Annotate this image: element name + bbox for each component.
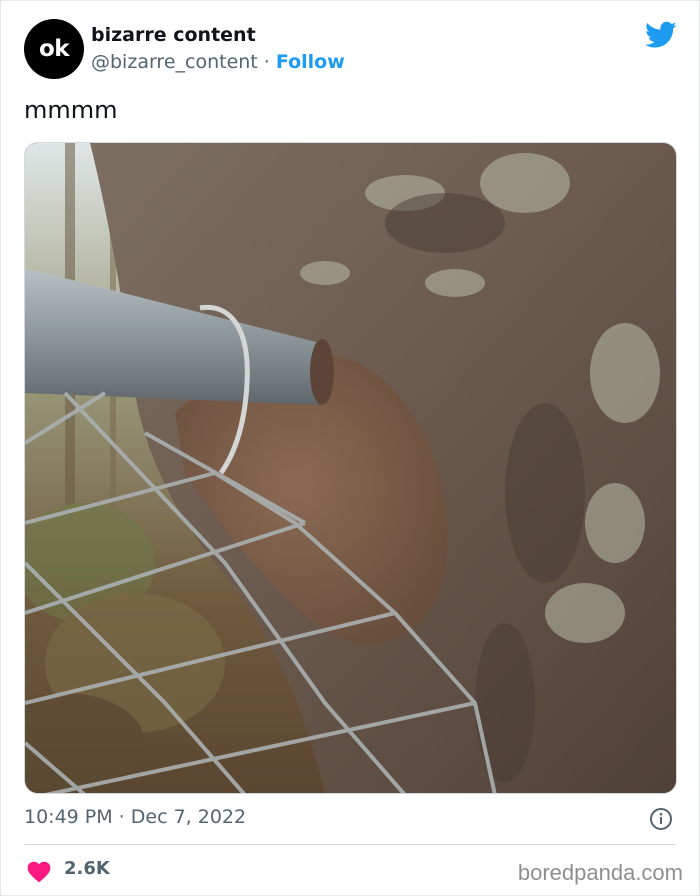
tweet-photo[interactable]	[24, 142, 677, 794]
handle-line: @bizarre_content · Follow	[91, 51, 345, 73]
tweet-text: mmmm	[24, 96, 118, 124]
tree-fence-photo	[25, 143, 676, 793]
heart-icon[interactable]	[26, 859, 52, 883]
handle[interactable]: @bizarre_content	[91, 51, 258, 73]
tweet-card: ok bizarre content @bizarre_content · Fo…	[0, 0, 700, 896]
avatar-text: ok	[38, 36, 70, 62]
watermark: boredpanda.com	[517, 860, 683, 885]
display-name[interactable]: bizarre content	[91, 24, 256, 46]
twitter-bird-icon[interactable]	[645, 21, 677, 49]
info-icon[interactable]	[649, 807, 673, 831]
follow-button[interactable]: Follow	[276, 51, 345, 73]
avatar[interactable]: ok	[24, 19, 84, 79]
tweet-timestamp[interactable]: 10:49 PM · Dec 7, 2022	[24, 806, 246, 828]
like-count[interactable]: 2.6K	[64, 858, 110, 879]
separator: ·	[257, 51, 276, 73]
divider	[24, 844, 676, 845]
